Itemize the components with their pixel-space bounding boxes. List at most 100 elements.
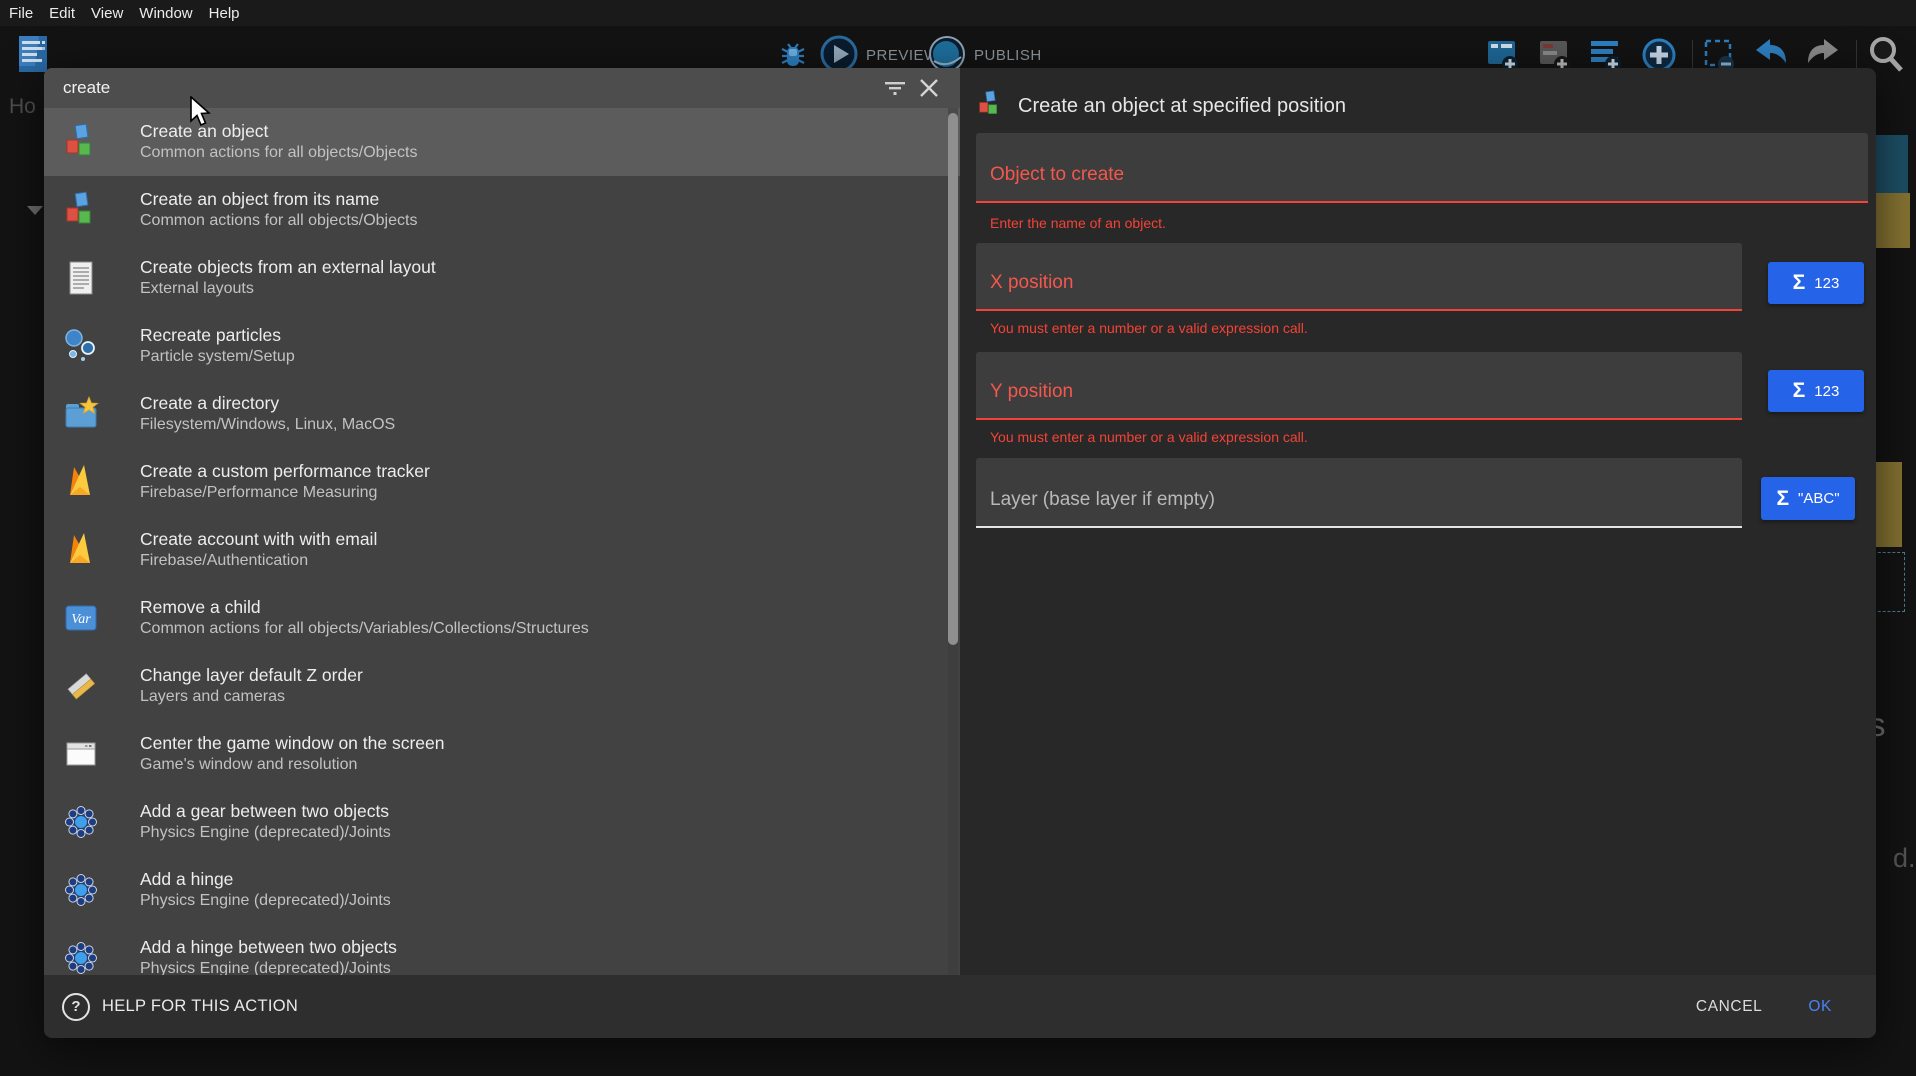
action-result-list[interactable]: Create an object Common actions for all … [44,108,960,975]
folder-star-icon [62,395,100,433]
action-result-item[interactable]: Center the game window on the screen Gam… [44,720,960,788]
action-group: Filesystem/Windows, Linux, MacOS [140,414,395,436]
action-result-item[interactable]: Change layer default Z order Layers and … [44,652,960,720]
action-title: Create account with with email [140,528,377,550]
action-title: Add a hinge between two objects [140,936,397,958]
scene-object-blue [1876,135,1908,193]
scene-object-yellow [1872,462,1902,547]
action-result-item[interactable]: Create account with with email Firebase/… [44,516,960,584]
action-detail-panel: Create an object at specified position O… [960,68,1876,975]
action-title: Create a custom performance tracker [140,460,430,482]
cancel-button[interactable]: CANCEL [1696,998,1762,1016]
help-button[interactable]: ? HELP FOR THIS ACTION [62,993,298,1021]
publish-button[interactable]: PUBLISH [974,47,1042,64]
action-title: Add a gear between two objects [140,800,391,822]
close-icon[interactable] [912,75,946,101]
action-result-item[interactable]: Create an object Common actions for all … [44,108,960,176]
detail-header: Create an object at specified position [976,90,1346,123]
particles-icon [62,327,100,365]
action-title: Create objects from an external layout [140,256,436,278]
action-title: Create a directory [140,392,395,414]
sigma-icon: Σ [1776,487,1789,511]
firebase-icon [62,463,100,501]
layer-expression-button[interactable]: Σ "ABC" [1761,477,1855,520]
action-title: Remove a child [140,596,589,618]
x-expression-button[interactable]: Σ 123 [1768,262,1864,304]
app-window: FileEditViewWindowHelp PREVIEW PUBLISH H… [0,0,1916,1076]
project-manager-icon[interactable] [14,33,52,71]
action-result-item[interactable]: Create an object from its name Common ac… [44,176,960,244]
action-result-item[interactable]: Var Remove a child Common actions for al… [44,584,960,652]
chevron-down-icon[interactable] [27,206,43,215]
y-expression-button[interactable]: Σ 123 [1768,370,1864,412]
sigma-icon: Σ [1793,379,1806,403]
home-tab-label[interactable]: Ho [9,95,36,119]
action-group: Physics Engine (deprecated)/Joints [140,958,397,975]
action-result-item[interactable]: Add a hinge Physics Engine (deprecated)/… [44,856,960,924]
action-result-item[interactable]: Create a custom performance tracker Fire… [44,448,960,516]
gear-icon [62,939,100,975]
filter-icon[interactable] [878,75,912,101]
action-title: Create an object [140,120,417,142]
action-group: Layers and cameras [140,686,363,708]
action-title: Change layer default Z order [140,664,363,686]
y-position-field[interactable]: Y position [976,352,1742,420]
action-group: Particle system/Setup [140,346,295,368]
cubes-icon [62,191,100,229]
menu-item-view[interactable]: View [91,5,123,22]
action-result-item[interactable]: Create a directory Filesystem/Windows, L… [44,380,960,448]
action-group: Common actions for all objects/Objects [140,210,417,232]
menu-bar: File Edit View Window Help [0,0,1916,26]
action-group: Common actions for all objects/Objects [140,142,417,164]
choose-action-dialog: create Create an object Common actions f… [44,68,1876,1038]
gear-icon [62,803,100,841]
scene-selection-outline [1873,552,1905,612]
firebase-icon [62,531,100,569]
action-title: Recreate particles [140,324,295,346]
window-icon [62,735,100,773]
scene-object-yellow [1876,193,1910,248]
layer-field[interactable]: Layer (base layer if empty) [976,458,1742,528]
scrollbar-thumb[interactable] [948,113,958,645]
object-to-create-field[interactable]: Object to create [976,133,1868,203]
search-input[interactable]: create [44,78,878,98]
action-title: Create an object from its name [140,188,417,210]
action-group: Physics Engine (deprecated)/Joints [140,890,391,912]
action-result-item[interactable]: Recreate particles Particle system/Setup [44,312,960,380]
x-field-helper: You must enter a number or a valid expre… [990,320,1308,336]
menu-item-window[interactable]: Window [139,5,192,22]
var-icon: Var [62,599,100,637]
mouse-cursor [188,96,212,133]
action-result-item[interactable]: Create objects from an external layout E… [44,244,960,312]
action-title: Add a hinge [140,868,391,890]
object-field-helper: Enter the name of an object. [990,215,1166,231]
cubes-icon [62,123,100,161]
y-field-helper: You must enter a number or a valid expre… [990,429,1308,445]
menu-item-help[interactable]: Help [209,5,240,22]
search-icon[interactable] [1866,34,1904,72]
document-icon [62,259,100,297]
gear-icon [62,871,100,909]
menu-item-file[interactable]: File [9,5,33,22]
action-group: Common actions for all objects/Variables… [140,618,589,640]
svg-text:Var: Var [71,612,91,627]
action-group: Firebase/Performance Measuring [140,482,430,504]
ok-button[interactable]: OK [1808,998,1832,1016]
dialog-footer: ? HELP FOR THIS ACTION CANCEL OK [44,975,1876,1038]
cubes-icon [976,90,1004,123]
x-position-field[interactable]: X position [976,243,1742,311]
detail-title: Create an object at specified position [1018,95,1346,118]
sigma-icon: Σ [1793,271,1806,295]
search-bar: create [44,68,960,108]
question-mark-icon: ? [62,993,90,1021]
action-group: Physics Engine (deprecated)/Joints [140,822,391,844]
action-result-item[interactable]: Add a gear between two objects Physics E… [44,788,960,856]
action-group: External layouts [140,278,436,300]
menu-item-edit[interactable]: Edit [49,5,75,22]
eraser-icon [62,667,100,705]
action-search-panel: create Create an object Common actions f… [44,68,960,975]
action-result-item[interactable]: Add a hinge between two objects Physics … [44,924,960,975]
action-title: Center the game window on the screen [140,732,444,754]
action-group: Game's window and resolution [140,754,444,776]
action-group: Firebase/Authentication [140,550,377,572]
